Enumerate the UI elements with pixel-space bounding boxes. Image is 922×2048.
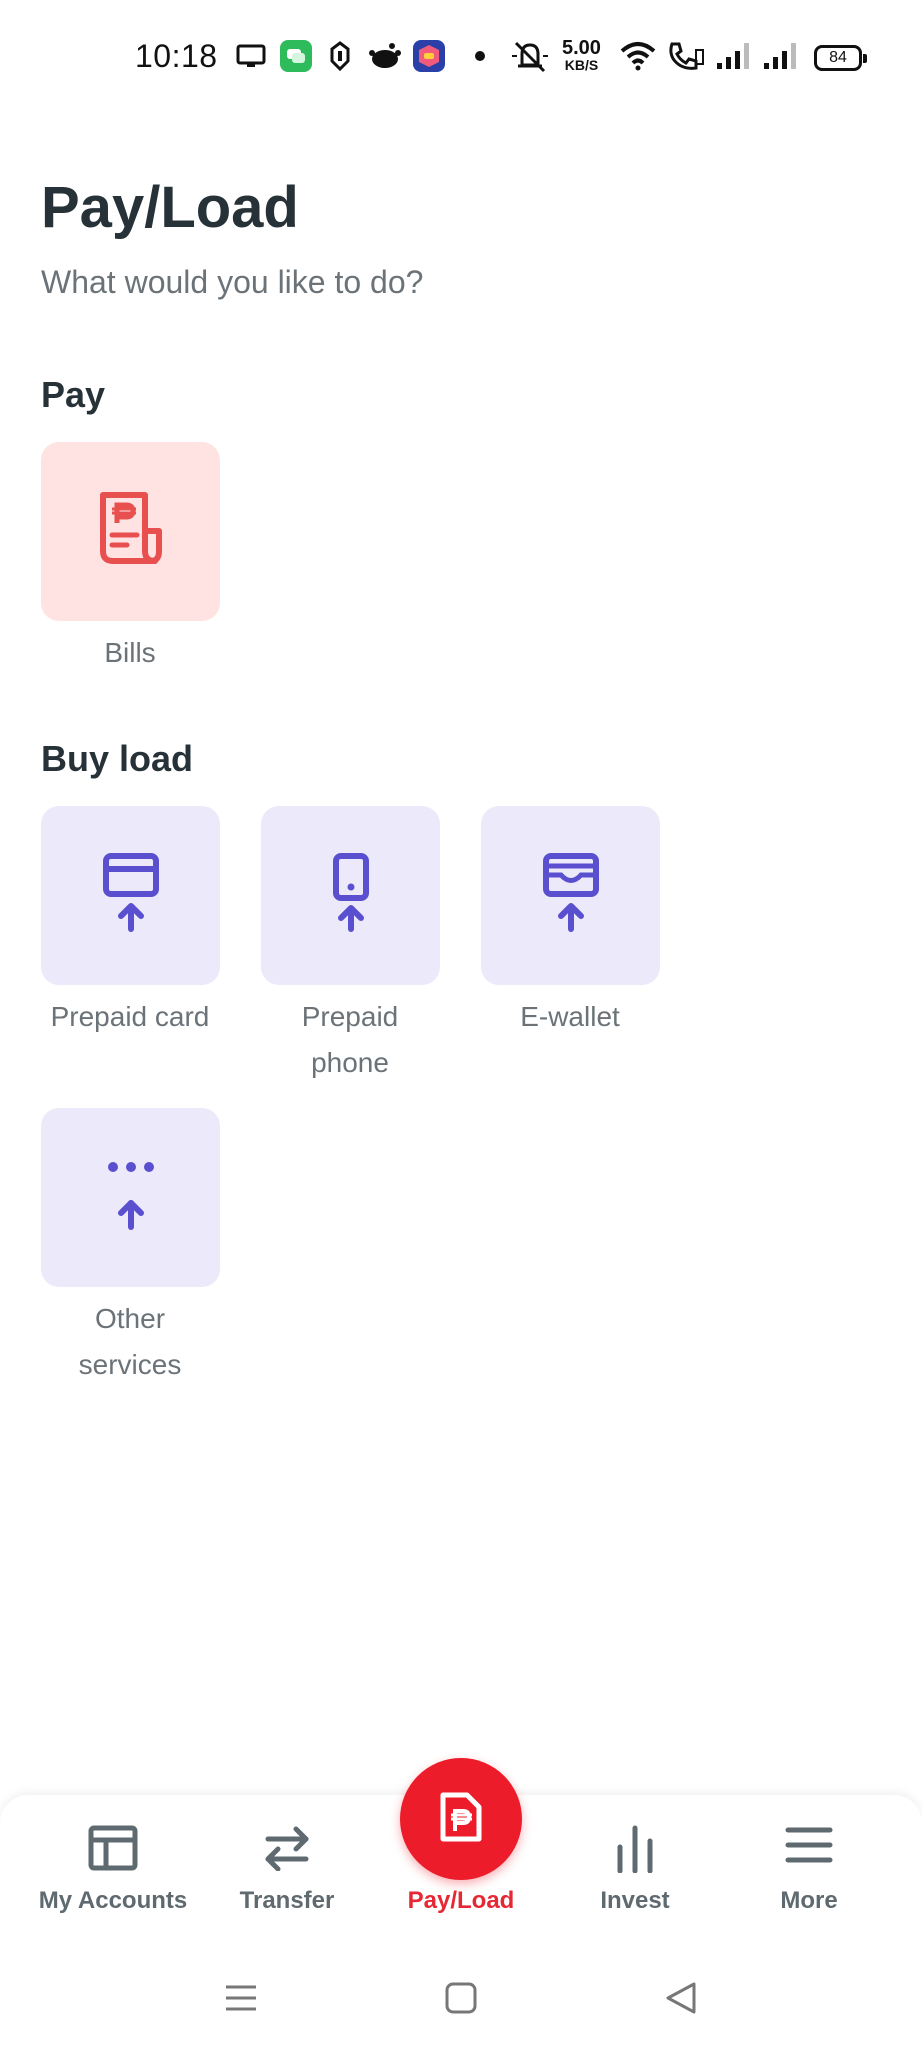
- card-upload-icon: [102, 853, 159, 938]
- network-speed-value: 5.00: [562, 37, 601, 59]
- bill-icon: [95, 491, 167, 572]
- phone-upload-icon: [323, 853, 379, 938]
- screen-cast-icon: [236, 38, 266, 74]
- page-subtitle: What would you like to do?: [41, 264, 424, 300]
- pay-section-title: Pay: [41, 374, 106, 415]
- pay-load-fab[interactable]: [400, 1758, 522, 1880]
- wallet-upload-icon: [542, 853, 599, 938]
- lazada-app-icon: [413, 38, 445, 74]
- page-title: Pay/Load: [41, 175, 299, 240]
- nav-transfer[interactable]: Transfer: [197, 1795, 377, 1965]
- bills-label: Bills: [104, 637, 156, 668]
- nav-my-accounts-label: My Accounts: [38, 1887, 188, 1914]
- prepaid-phone-label-text: Prepaid phone: [301, 1001, 399, 1078]
- battery-indicator: 84: [814, 45, 867, 71]
- nav-pay-load-label: Pay/Load: [407, 1887, 515, 1914]
- nav-more[interactable]: More: [719, 1795, 899, 1965]
- system-nav-bar: [0, 1965, 922, 2048]
- status-time: 10:18: [135, 38, 218, 74]
- signal-strength-2-icon: [762, 38, 798, 74]
- network-speed: 5.00 KB/S: [562, 37, 601, 74]
- home-button[interactable]: [444, 1981, 478, 2020]
- nav-invest[interactable]: Invest: [545, 1795, 725, 1965]
- prepaid-card-label: Prepaid card: [50, 1001, 210, 1032]
- prepaid-phone-label: Prepaid phone: [240, 994, 460, 1086]
- notification-dot-icon: [474, 38, 486, 74]
- buy-load-section-title: Buy load: [41, 738, 194, 779]
- bills-tile[interactable]: [41, 442, 220, 621]
- transfer-icon: [264, 1825, 310, 1876]
- other-services-label: Other services: [20, 1296, 240, 1388]
- other-services-tile[interactable]: [41, 1108, 220, 1287]
- prepaid-phone-tile[interactable]: [261, 806, 440, 985]
- e-wallet-tile[interactable]: [481, 806, 660, 985]
- reddit-icon: [369, 38, 401, 74]
- other-services-label-text: Other services: [78, 1303, 182, 1380]
- recent-apps-button[interactable]: [224, 1981, 258, 2020]
- status-bar: 10:18 5.00 KB/S 84: [0, 0, 922, 118]
- bank-app-icon: [328, 38, 352, 74]
- wifi-icon: [620, 38, 656, 74]
- prepaid-card-tile[interactable]: [41, 806, 220, 985]
- muted-bell-icon: [510, 38, 550, 74]
- invest-icon: [614, 1825, 656, 1878]
- nav-my-accounts[interactable]: My Accounts: [23, 1795, 203, 1965]
- nav-invest-label: Invest: [600, 1887, 670, 1914]
- network-speed-unit: KB/S: [564, 57, 599, 73]
- pay-load-screen: 10:18 5.00 KB/S 84 Pay/Load What would y…: [0, 0, 922, 2048]
- back-button[interactable]: [664, 1981, 698, 2020]
- nav-transfer-label: Transfer: [239, 1887, 335, 1914]
- bill-icon: [439, 1791, 483, 1848]
- menu-icon: [785, 1825, 833, 1870]
- signal-strength-1-icon: [715, 38, 751, 74]
- e-wallet-label: E-wallet: [520, 1001, 620, 1032]
- messages-app-icon: [280, 38, 312, 74]
- accounts-icon: [88, 1825, 138, 1876]
- nav-more-label: More: [780, 1887, 838, 1914]
- more-upload-icon: [103, 1155, 159, 1240]
- wifi-calling-icon: [666, 38, 706, 74]
